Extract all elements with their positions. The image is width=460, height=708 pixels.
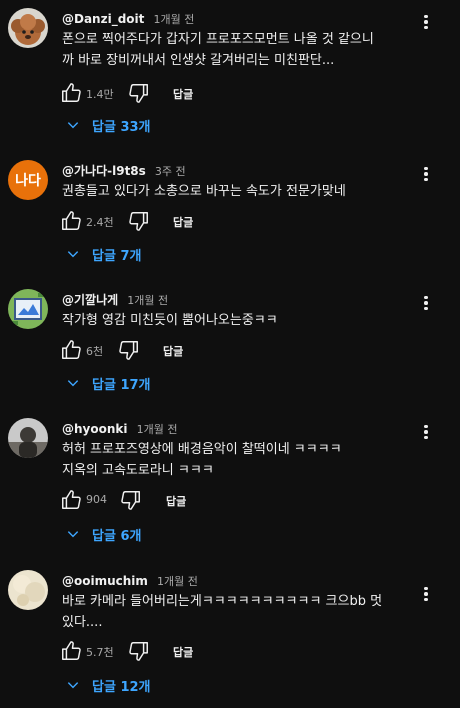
thumbs-up-icon[interactable] [60, 210, 82, 232]
more-actions-icon[interactable] [416, 10, 436, 34]
chevron-down-icon [67, 682, 79, 689]
comment-author[interactable]: @Danzi_doit [62, 12, 144, 26]
more-actions-icon[interactable] [416, 291, 436, 315]
view-replies-button[interactable]: 답글 6개 [66, 523, 141, 545]
comment-header: @가나다-l9t8s 3주 전 [62, 160, 186, 178]
more-actions-icon[interactable] [416, 420, 436, 444]
comment-author[interactable]: @ooimuchim [62, 574, 148, 588]
comment-header: @Danzi_doit 1개월 전 [62, 8, 194, 26]
thumbs-down-icon[interactable] [128, 640, 150, 662]
thumbs-up-icon[interactable] [60, 82, 82, 104]
chevron-down-icon [67, 122, 79, 129]
comment-author[interactable]: @기깔나게 [62, 293, 118, 307]
like-count: 904 [86, 493, 107, 506]
like-count: 2.4천 [86, 216, 114, 229]
blurred-photo-avatar [8, 570, 48, 610]
pixel-art-avatar [8, 289, 48, 329]
comment-actions: 904 답글 [60, 489, 360, 513]
avatar[interactable] [8, 289, 48, 329]
photo-avatar [8, 418, 48, 458]
reply-button[interactable]: 답글 [173, 86, 193, 102]
comment-text: 허허 프로포즈영상에 배경음악이 찰떡이네 ㅋㅋㅋㅋ 지옥의 고속도로라니 ㅋㅋ… [62, 442, 342, 478]
avatar[interactable] [8, 570, 48, 610]
comment-actions: 5.7천 답글 [60, 640, 360, 664]
reply-button[interactable]: 답글 [166, 493, 186, 509]
comment-text: 폰으로 찍어주다가 갑자기 프로포즈모먼트 나올 것 같으니 까 바로 장비꺼내… [62, 32, 374, 68]
comment-header: @기깔나게 1개월 전 [62, 289, 168, 307]
comment-timestamp[interactable]: 3주 전 [155, 165, 186, 178]
thumbs-up-icon[interactable] [60, 640, 82, 662]
comment-header: @ooimuchim 1개월 전 [62, 570, 198, 588]
thumbs-down-icon[interactable] [128, 210, 150, 232]
thumbs-down-icon[interactable] [118, 339, 140, 361]
comment-timestamp[interactable]: 1개월 전 [137, 423, 178, 436]
like-count: 1.4만 [86, 88, 114, 101]
chevron-down-icon [67, 251, 79, 258]
reply-button[interactable]: 답글 [163, 343, 183, 359]
like-count: 5.7천 [86, 646, 114, 659]
view-replies-button[interactable]: 답글 7개 [66, 243, 141, 265]
thumbs-up-icon[interactable] [60, 339, 82, 361]
comment-text: 바로 카메라 들어버리는게ㅋㅋㅋㅋㅋㅋㅋㅋㅋㅋ 크으bb 멋 있다.... [62, 594, 383, 630]
comment-timestamp[interactable]: 1개월 전 [157, 575, 198, 588]
replies-label: 답글 12개 [92, 679, 151, 695]
chevron-down-icon [67, 380, 79, 387]
replies-label: 답글 6개 [92, 528, 142, 544]
chevron-down-icon [67, 531, 79, 538]
comment-actions: 1.4만 답글 [60, 82, 360, 106]
replies-label: 답글 17개 [92, 377, 151, 393]
comment-header: @hyoonki 1개월 전 [62, 418, 177, 436]
comment-timestamp[interactable]: 1개월 전 [127, 294, 168, 307]
replies-label: 답글 33개 [92, 119, 151, 135]
more-actions-icon[interactable] [416, 162, 436, 186]
avatar[interactable] [8, 418, 48, 458]
comment-timestamp[interactable]: 1개월 전 [153, 13, 194, 26]
avatar[interactable] [8, 8, 48, 48]
reply-button[interactable]: 답글 [173, 214, 193, 230]
replies-label: 답글 7개 [92, 248, 142, 264]
comment-actions: 6천 답글 [60, 339, 360, 363]
view-replies-button[interactable]: 답글 33개 [66, 114, 151, 136]
comment-author[interactable]: @hyoonki [62, 422, 128, 436]
toy-poodle-avatar [8, 8, 48, 48]
thumbs-down-icon[interactable] [128, 82, 150, 104]
like-count: 6천 [86, 345, 104, 358]
comment-author[interactable]: @가나다-l9t8s [62, 164, 146, 178]
thumbs-down-icon[interactable] [120, 489, 142, 511]
thumbs-up-icon[interactable] [60, 489, 82, 511]
avatar[interactable]: 나다 [8, 160, 48, 200]
more-actions-icon[interactable] [416, 582, 436, 606]
comment-actions: 2.4천 답글 [60, 210, 360, 234]
comment-text: 작가형 영감 미친듯이 뿜어나오는중ㅋㅋ [62, 313, 278, 328]
comment-text: 권총들고 있다가 소총으로 바꾸는 속도가 전문가맞네 [62, 184, 346, 199]
view-replies-button[interactable]: 답글 17개 [66, 372, 151, 394]
reply-button[interactable]: 답글 [173, 644, 193, 660]
avatar-initials: 나다 [15, 173, 41, 189]
view-replies-button[interactable]: 답글 12개 [66, 674, 151, 696]
